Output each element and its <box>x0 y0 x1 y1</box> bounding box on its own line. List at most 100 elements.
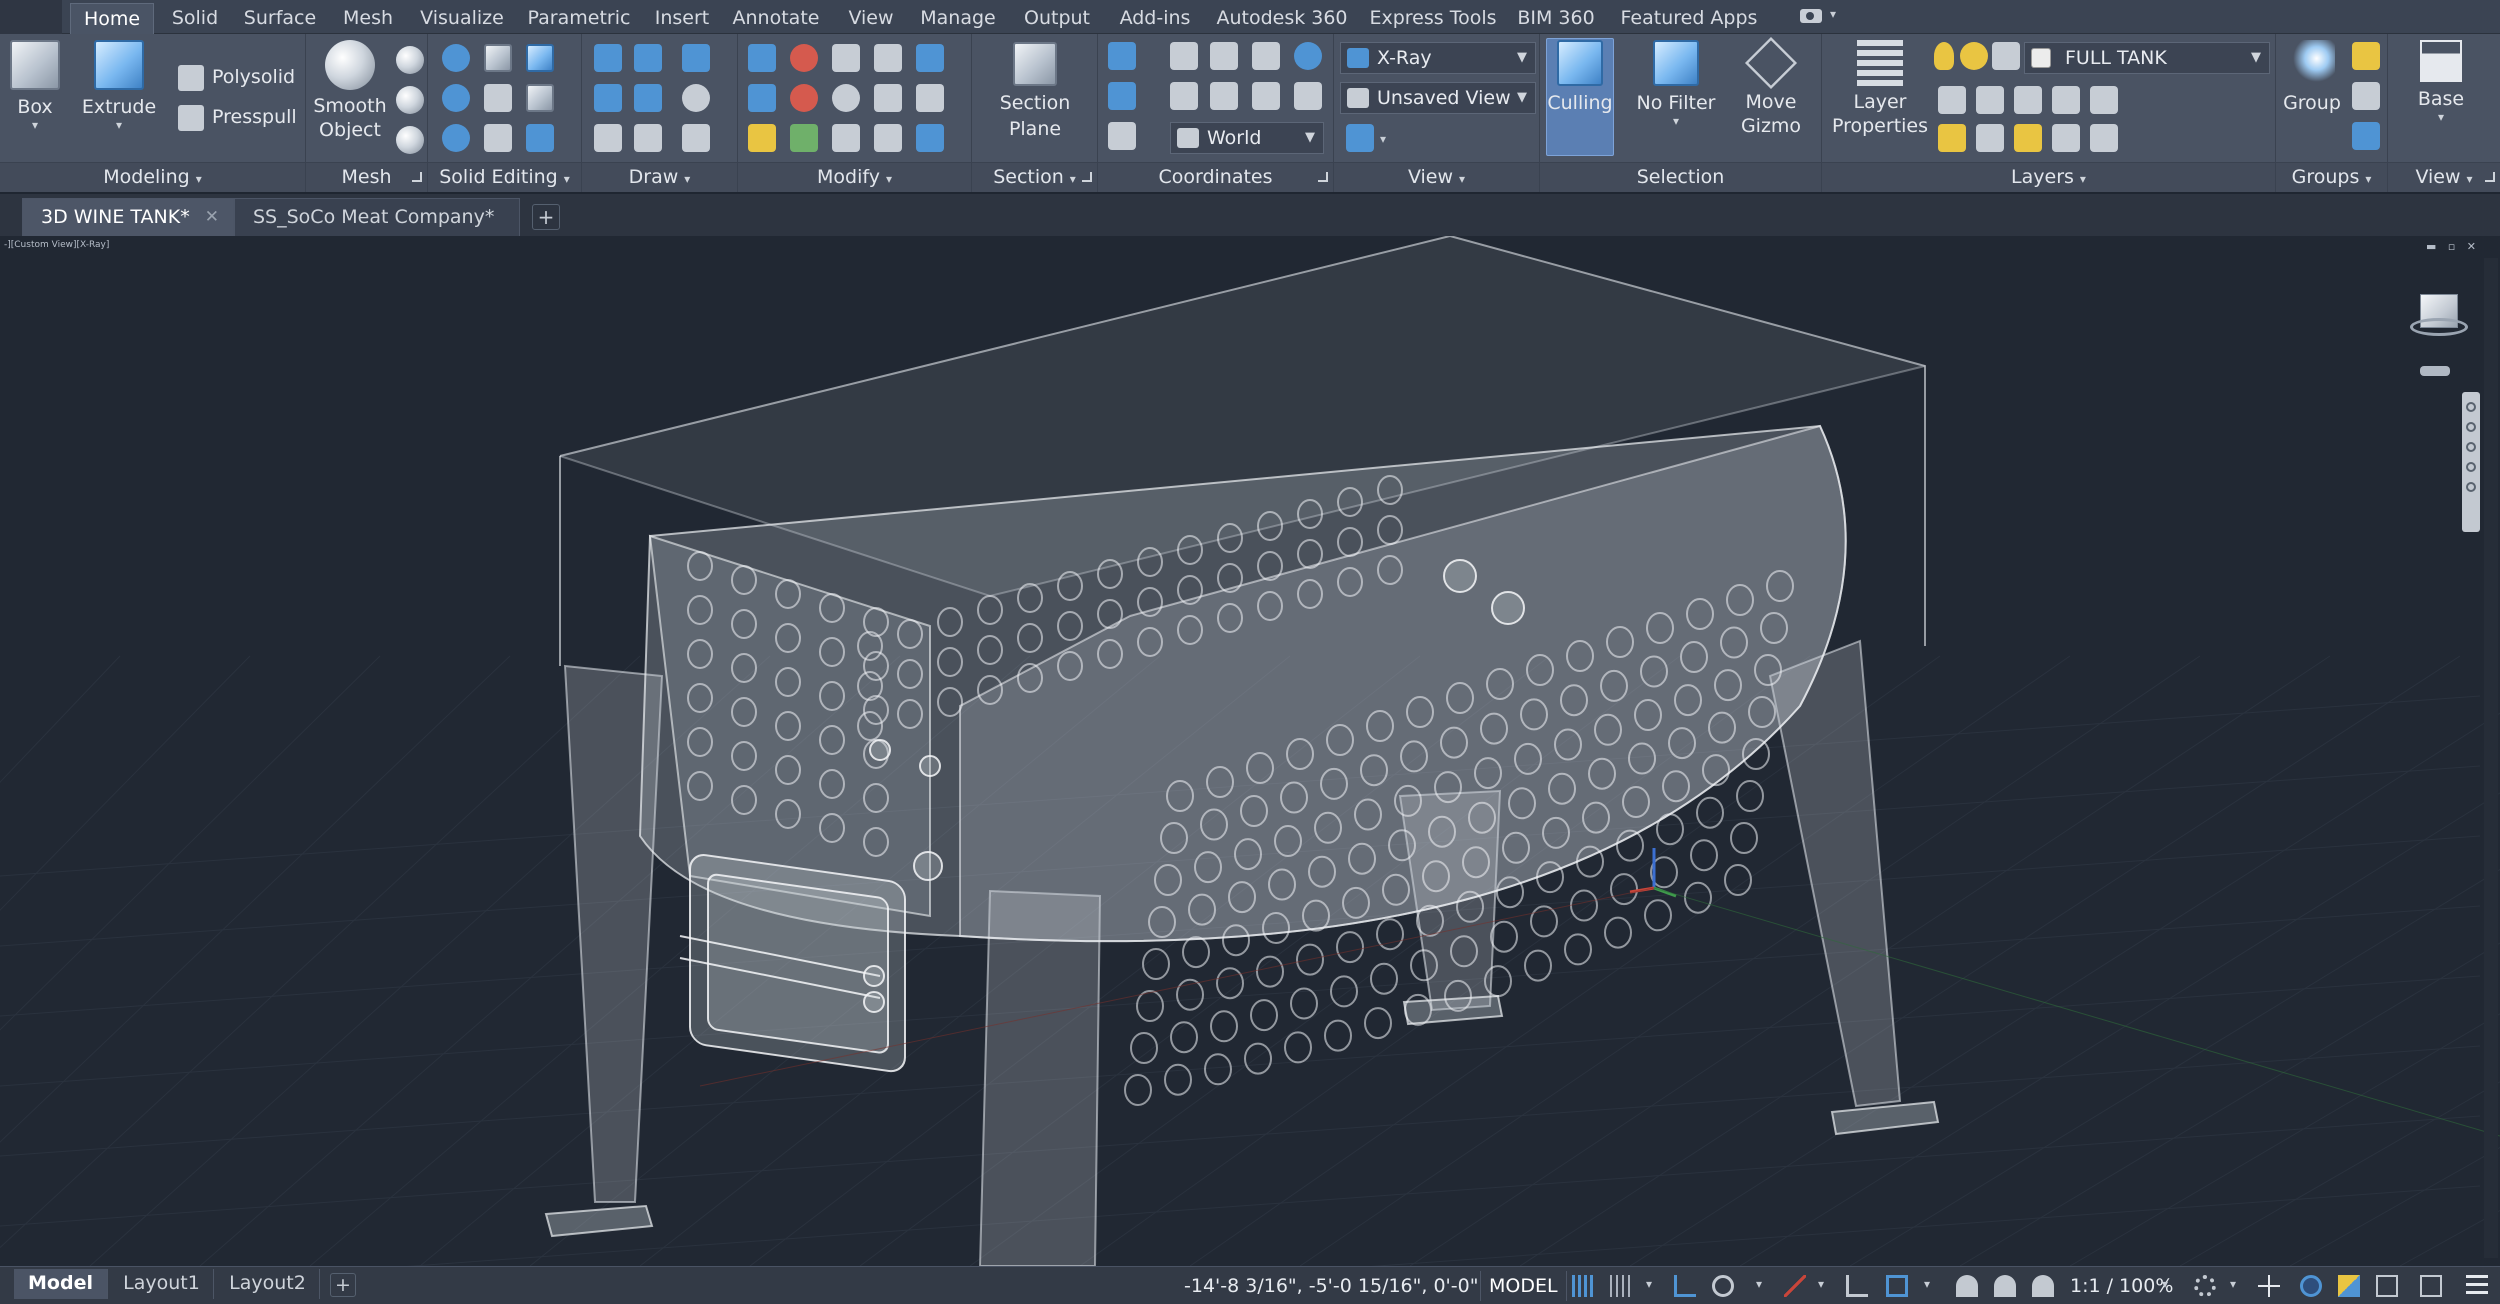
erase-icon[interactable] <box>748 124 776 152</box>
panel-title-layers[interactable]: Layers ▾ <box>1822 162 2275 192</box>
extend-icon[interactable] <box>916 44 944 72</box>
layer-thaw-icon[interactable] <box>2014 124 2042 152</box>
viewport-controls-label[interactable]: -][Custom View][X-Ray] <box>4 240 109 250</box>
layout-tab-model[interactable]: Model <box>14 1269 108 1299</box>
viewport-config-icon[interactable] <box>1346 124 1374 152</box>
isolate-objects-icon[interactable] <box>2300 1275 2322 1297</box>
tab-bim-360[interactable]: BIM 360 <box>1514 3 1598 34</box>
subtract-icon[interactable] <box>442 84 470 112</box>
hardware-acceleration-icon[interactable] <box>2338 1275 2360 1297</box>
annotation-scale-value[interactable]: 1:1 / 100% <box>2070 1271 2173 1301</box>
chevron-down-icon[interactable]: ▾ <box>1756 1277 1762 1291</box>
fillet-icon[interactable] <box>748 84 776 112</box>
section-plane-button[interactable]: Section Plane <box>990 42 1080 142</box>
visual-style-combo[interactable]: X-Ray ▼ <box>1340 42 1536 74</box>
panel-title-groups[interactable]: Groups ▾ <box>2276 162 2387 192</box>
tab-annotate[interactable]: Annotate <box>730 3 822 34</box>
layout-tab-layout1[interactable]: Layout1 <box>110 1269 214 1299</box>
panel-launcher-icon[interactable] <box>1318 172 1328 182</box>
customization-menu-icon[interactable] <box>2466 1275 2488 1297</box>
cursor-coordinates-readout[interactable]: -14'-8 3/16", -5'-0 15/16", 0'-0" <box>1184 1271 1478 1301</box>
tab-output[interactable]: Output <box>1020 3 1094 34</box>
tab-autodesk-360[interactable]: Autodesk 360 <box>1214 3 1350 34</box>
viewport-window-controls[interactable]: ▬ ▫ ✕ <box>2426 240 2480 253</box>
tab-mesh[interactable]: Mesh <box>336 3 400 34</box>
object-snap-tracking-icon[interactable] <box>1846 1275 1868 1297</box>
box-button[interactable]: Box ▾ <box>6 40 64 131</box>
tab-view[interactable]: View <box>838 3 904 34</box>
isodraft-icon[interactable] <box>1784 1275 1806 1297</box>
clean-screen-icon[interactable] <box>2376 1275 2398 1297</box>
ucs-z-icon[interactable] <box>1294 82 1322 110</box>
mesh-refine-icon[interactable] <box>396 86 424 114</box>
auto-scale-icon[interactable] <box>1994 1275 2016 1297</box>
tab-featured-apps[interactable]: Featured Apps <box>1614 3 1764 34</box>
no-filter-dropdown-icon[interactable]: ▾ <box>1626 115 1726 127</box>
panel-launcher-icon[interactable] <box>1082 172 1092 182</box>
new-layout-plus-icon[interactable]: + <box>330 1273 356 1297</box>
circle-icon[interactable] <box>682 84 710 112</box>
viewcube-compass-ring[interactable] <box>2410 318 2468 336</box>
layer-match-icon[interactable] <box>2090 86 2118 114</box>
chevron-down-icon[interactable]: ▾ <box>1924 1277 1930 1291</box>
layer-on-icon[interactable] <box>1938 124 1966 152</box>
ucs-y-icon[interactable] <box>1252 82 1280 110</box>
gear-icon[interactable] <box>2194 1275 2216 1297</box>
navigation-bar[interactable] <box>2462 392 2480 532</box>
showmotion-icon[interactable] <box>2466 482 2476 492</box>
move-gizmo-button[interactable]: Move Gizmo <box>1730 36 1812 138</box>
extrude-faces-icon[interactable] <box>526 44 554 72</box>
polysolid-button[interactable]: Polysolid <box>178 60 295 94</box>
panel-title-view-base[interactable]: View ▾ <box>2388 162 2500 192</box>
tab-express-tools[interactable]: Express Tools <box>1364 3 1502 34</box>
align-3d-icon[interactable] <box>790 84 818 112</box>
steering-wheel-icon[interactable] <box>2466 402 2476 412</box>
layer-unisolate-icon[interactable] <box>1976 124 2004 152</box>
annotation-visibility-icon[interactable] <box>1956 1275 1978 1297</box>
chevron-down-icon[interactable]: ▾ <box>2162 1277 2168 1291</box>
ucs-world-icon[interactable] <box>1294 42 1322 70</box>
ucs-3point-icon[interactable] <box>1210 42 1238 70</box>
mirror-3d-icon[interactable] <box>790 124 818 152</box>
ucs-icon[interactable] <box>1108 42 1136 70</box>
layer-unlock-icon[interactable] <box>2052 124 2080 152</box>
chevron-down-icon[interactable]: ▾ <box>1818 1277 1824 1291</box>
ungroup-icon[interactable] <box>2352 42 2380 70</box>
thicken-icon[interactable] <box>484 124 512 152</box>
layer-lock-icon[interactable] <box>2052 86 2080 114</box>
intersect-icon[interactable] <box>442 124 470 152</box>
panel-title-solid-editing[interactable]: Solid Editing ▾ <box>428 162 581 192</box>
box-dropdown-icon[interactable]: ▾ <box>6 119 64 131</box>
plus-icon[interactable] <box>2258 1275 2280 1297</box>
ribbon-minimize-icon[interactable] <box>1800 9 1822 23</box>
group-button[interactable]: Group <box>2280 40 2344 116</box>
no-filter-button[interactable]: No Filter ▾ <box>1626 40 1726 127</box>
chevron-down-icon[interactable]: ▾ <box>2230 1277 2236 1291</box>
ortho-mode-icon[interactable] <box>1674 1275 1696 1297</box>
layer-combo[interactable]: FULL TANK ▼ <box>2024 42 2270 74</box>
lock-icon[interactable] <box>1992 42 2020 70</box>
scale-icon[interactable] <box>832 124 860 152</box>
panel-title-section[interactable]: Section ▾ <box>972 162 1097 192</box>
doc-tab-soco-meat-company[interactable]: SS_SoCo Meat Company* <box>234 198 520 236</box>
panel-title-mesh[interactable]: Mesh <box>306 162 427 192</box>
tab-home[interactable]: Home <box>70 3 154 34</box>
tab-visualize[interactable]: Visualize <box>416 3 508 34</box>
layer-isolate-icon[interactable] <box>1976 86 2004 114</box>
viewport-scrollbar[interactable] <box>2484 258 2498 1258</box>
stretch-icon[interactable] <box>874 124 902 152</box>
extract-edges-icon[interactable] <box>484 44 512 72</box>
model-viewport[interactable]: -][Custom View][X-Ray] ▬ ▫ ✕ <box>0 236 2500 1266</box>
panel-title-modify[interactable]: Modify ▾ <box>738 162 971 192</box>
group-selection-icon[interactable] <box>2352 122 2380 150</box>
tab-surface[interactable]: Surface <box>240 3 320 34</box>
polar-tracking-icon[interactable] <box>1712 1275 1734 1297</box>
helix-icon[interactable] <box>634 44 662 72</box>
ucs-icon-properties[interactable] <box>1108 122 1136 150</box>
lightbulb-icon[interactable] <box>1934 42 1954 70</box>
zoom-icon[interactable] <box>2466 442 2476 452</box>
ucs-named-icon[interactable] <box>1108 82 1136 110</box>
shell-icon[interactable] <box>526 124 554 152</box>
layer-off-icon[interactable] <box>1938 86 1966 114</box>
polygon-icon[interactable] <box>594 124 622 152</box>
